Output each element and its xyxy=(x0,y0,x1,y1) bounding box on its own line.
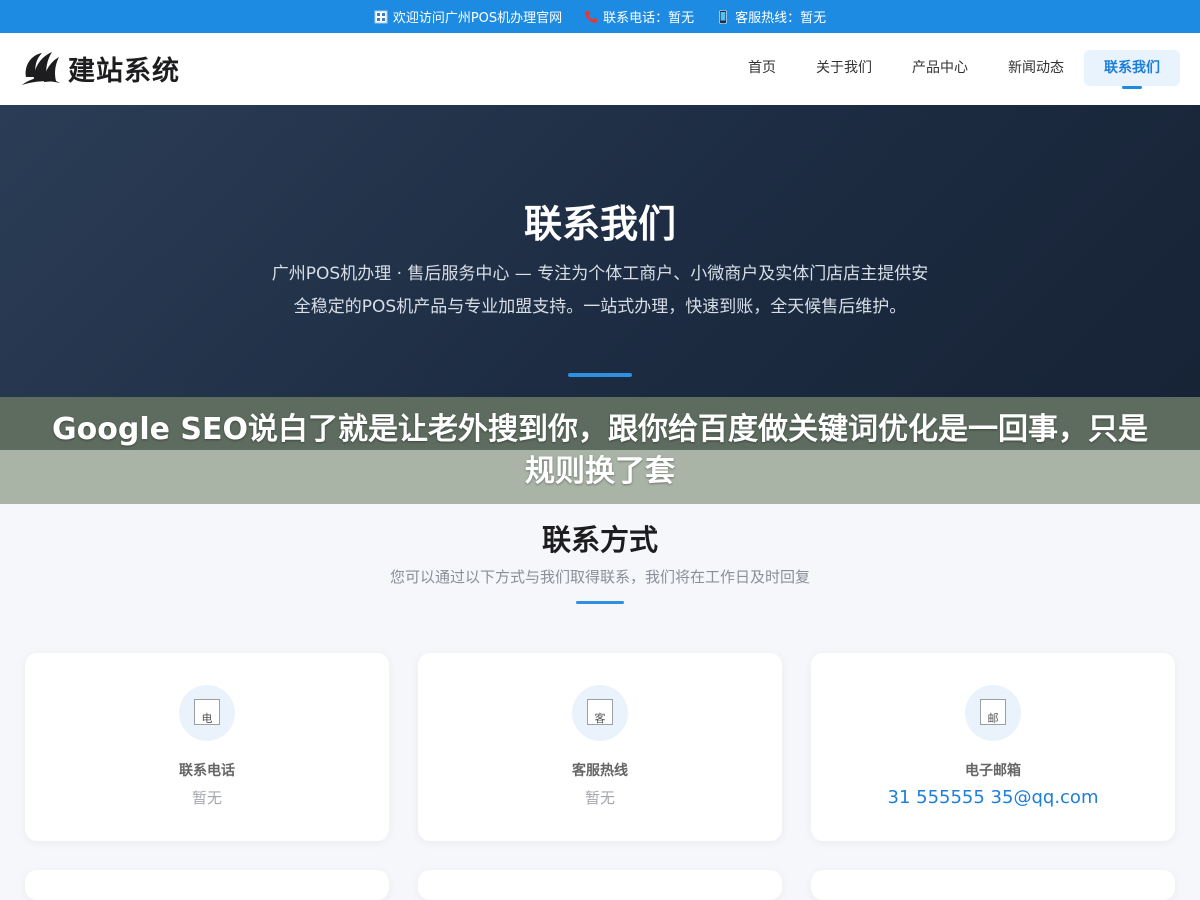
phone-icon xyxy=(585,10,598,23)
hotline-info: 客服热线：暂无 xyxy=(716,7,826,26)
phone-info: 联系电话：暂无 xyxy=(584,7,694,26)
main-nav: 首页 关于我们 产品中心 新闻动态 联系我们 xyxy=(728,50,1180,89)
broken-image-icon: 邮 xyxy=(980,699,1006,725)
hotline-text: 客服热线：暂无 xyxy=(735,11,827,26)
nav-item-about[interactable]: 关于我们 xyxy=(796,50,892,86)
section-divider xyxy=(576,601,624,604)
phone-text: 联系电话：暂无 xyxy=(603,11,695,26)
contact-card-partial xyxy=(418,870,782,900)
card-label: 联系电话 xyxy=(179,763,235,779)
welcome-notice: 欢迎访问广州POS机办理官网 xyxy=(374,7,562,26)
contact-card-partial xyxy=(25,870,389,900)
contact-card-phone: 电 联系电话 暂无 xyxy=(25,653,389,841)
icon-circle: 电 xyxy=(179,685,235,741)
section-subtitle: 您可以通过以下方式与我们取得联系，我们将在工作日及时回复 xyxy=(389,568,810,586)
icon-circle: 邮 xyxy=(965,685,1021,741)
nav-item-home[interactable]: 首页 xyxy=(728,50,796,86)
site-header: 建站系统 首页 关于我们 产品中心 新闻动态 联系我们 xyxy=(0,33,1200,105)
broken-image-icon: 电 xyxy=(194,699,220,725)
hero-title: 联系我们 xyxy=(523,202,676,246)
section-title: 联系方式 xyxy=(541,523,658,557)
caption-text: Google SEO说白了就是让老外搜到你，跟你给百度做关键词优化是一回事，只是… xyxy=(52,412,1148,489)
building-icon xyxy=(374,10,388,23)
icon-circle: 客 xyxy=(572,685,628,741)
site-logo[interactable]: 建站系统 xyxy=(20,47,180,89)
card-value: 暂无 xyxy=(584,789,615,807)
logo-icon xyxy=(22,52,60,85)
nav-item-contact[interactable]: 联系我们 xyxy=(1084,50,1180,89)
email-link[interactable]: 31 555555 35@qq.com xyxy=(811,787,1175,808)
card-label: 客服热线 xyxy=(572,763,628,779)
mobile-icon xyxy=(719,9,727,24)
nav-item-products[interactable]: 产品中心 xyxy=(892,50,988,86)
hero-description: 广州POS机办理 · 售后服务中心 — 专注为个体工商户、小微商户及实体门店店主… xyxy=(271,264,929,317)
logo-text: 建站系统 xyxy=(68,55,180,87)
top-info-bar: 欢迎访问广州POS机办理官网 联系电话：暂无 客服热线：暂无 xyxy=(0,0,1200,33)
hero-banner: 联系我们 广州POS机办理 · 售后服务中心 — 专注为个体工商户、小微商户及实… xyxy=(0,105,1200,400)
card-value: 暂无 xyxy=(191,789,222,807)
caption-overlay: Google SEO说白了就是让老外搜到你，跟你给百度做关键词优化是一回事，只是… xyxy=(0,397,1200,504)
contact-card-email: 邮 电子邮箱 31 555555 35@qq.com xyxy=(811,653,1175,841)
welcome-text: 欢迎访问广州POS机办理官网 xyxy=(392,11,563,26)
nav-item-news[interactable]: 新闻动态 xyxy=(988,50,1084,86)
contact-card-hotline: 客 客服热线 暂无 xyxy=(418,653,782,841)
broken-image-icon: 客 xyxy=(587,699,613,725)
hero-divider xyxy=(568,373,632,377)
contact-card-partial xyxy=(811,870,1175,900)
card-label: 电子邮箱 xyxy=(965,763,1021,779)
